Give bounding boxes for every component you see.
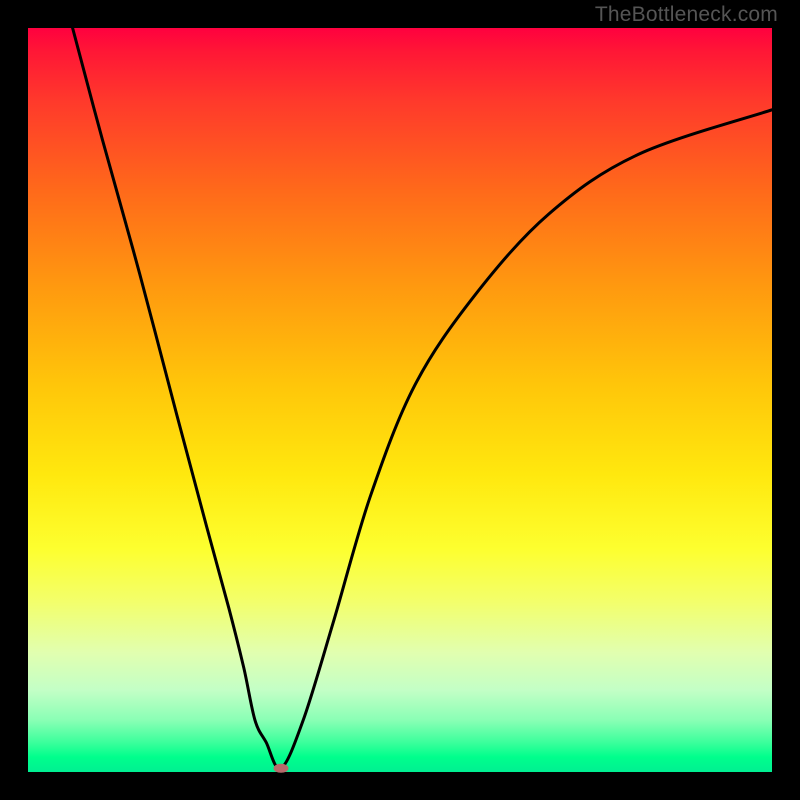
curve-svg <box>28 28 772 772</box>
chart-frame: TheBottleneck.com <box>0 0 800 800</box>
minimum-marker <box>274 764 288 772</box>
bottleneck-curve <box>73 28 772 769</box>
plot-area <box>28 28 772 772</box>
watermark-text: TheBottleneck.com <box>595 3 778 27</box>
